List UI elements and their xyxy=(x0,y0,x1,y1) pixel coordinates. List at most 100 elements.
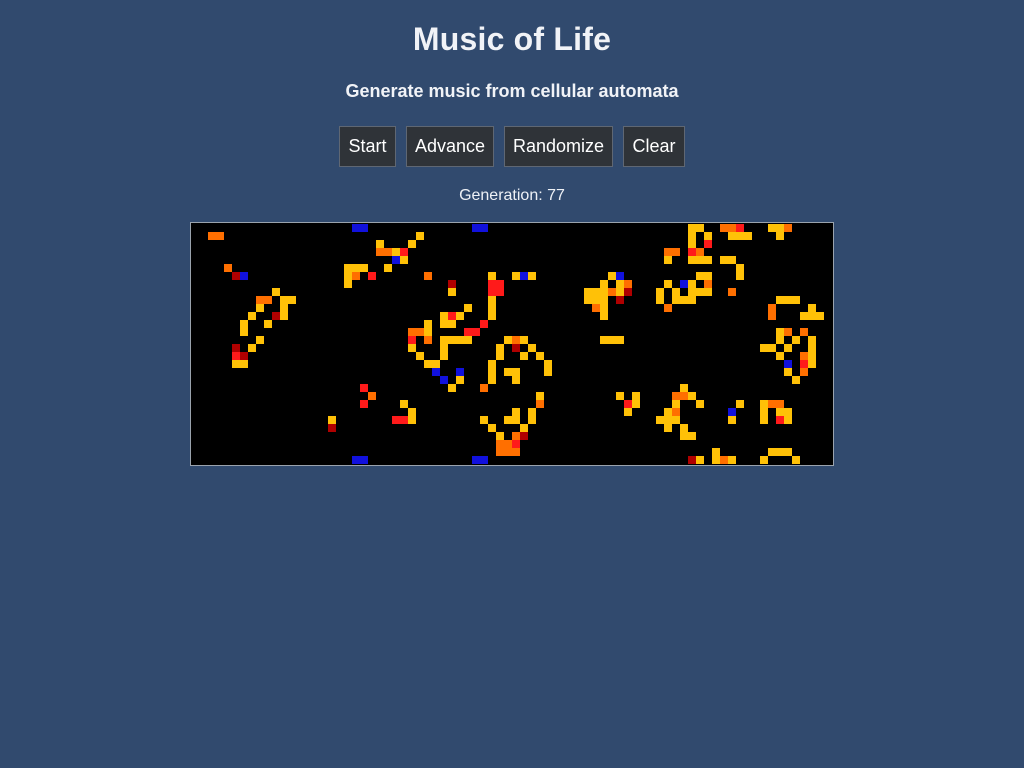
automata-cell xyxy=(536,392,544,400)
automata-cell xyxy=(608,272,616,280)
automata-cell xyxy=(624,400,632,408)
automata-cell xyxy=(680,424,688,432)
automata-cell xyxy=(688,224,696,232)
automata-cell xyxy=(592,288,600,296)
clear-button[interactable]: Clear xyxy=(623,126,685,167)
automata-cell xyxy=(760,408,768,416)
automata-cell xyxy=(808,352,816,360)
automata-cell xyxy=(456,376,464,384)
automata-cell xyxy=(600,288,608,296)
automata-cell xyxy=(544,360,552,368)
automata-cell xyxy=(728,408,736,416)
automata-cell xyxy=(400,416,408,424)
advance-button[interactable]: Advance xyxy=(406,126,494,167)
automata-cell xyxy=(768,304,776,312)
automata-cell xyxy=(352,224,360,232)
automata-cell xyxy=(440,312,448,320)
automata-cell xyxy=(360,400,368,408)
start-button[interactable]: Start xyxy=(339,126,396,167)
toolbar: Start Advance Randomize Clear xyxy=(0,126,1024,167)
automata-cell xyxy=(616,392,624,400)
automata-cell xyxy=(664,248,672,256)
automata-cell xyxy=(400,248,408,256)
automata-cell xyxy=(704,232,712,240)
automata-cell xyxy=(728,232,736,240)
automata-cell xyxy=(360,264,368,272)
automata-cell xyxy=(488,288,496,296)
automata-cell xyxy=(600,296,608,304)
automata-cell xyxy=(448,312,456,320)
automata-cell xyxy=(480,384,488,392)
automata-cell xyxy=(688,232,696,240)
automata-cell xyxy=(280,312,288,320)
automata-cell xyxy=(496,432,504,440)
automata-cell xyxy=(520,424,528,432)
automata-cell xyxy=(672,248,680,256)
automata-cell xyxy=(696,272,704,280)
automata-cell xyxy=(424,272,432,280)
automata-cell xyxy=(464,304,472,312)
automata-cell xyxy=(680,432,688,440)
automata-grid[interactable] xyxy=(192,224,832,464)
automata-cell xyxy=(528,416,536,424)
automata-cell xyxy=(808,360,816,368)
automata-cell xyxy=(792,376,800,384)
automata-cell xyxy=(720,456,728,464)
automata-cell xyxy=(624,408,632,416)
automata-cell xyxy=(240,320,248,328)
automata-cell xyxy=(800,352,808,360)
automata-cell xyxy=(256,296,264,304)
automata-cell xyxy=(520,336,528,344)
automata-cell xyxy=(776,416,784,424)
automata-cell xyxy=(784,328,792,336)
automata-cell xyxy=(800,368,808,376)
automata-cell xyxy=(408,344,416,352)
automata-cell xyxy=(704,256,712,264)
automata-cell xyxy=(488,296,496,304)
automata-cell xyxy=(416,328,424,336)
automata-cell xyxy=(272,312,280,320)
automata-cell xyxy=(232,360,240,368)
automata-cell xyxy=(736,224,744,232)
automata-cell xyxy=(448,288,456,296)
automata-cell xyxy=(664,408,672,416)
automata-cell xyxy=(240,272,248,280)
automata-cell xyxy=(408,328,416,336)
automata-cell xyxy=(664,416,672,424)
automata-cell xyxy=(784,224,792,232)
automata-cell xyxy=(416,232,424,240)
automata-cell xyxy=(616,272,624,280)
automata-cell xyxy=(240,328,248,336)
automata-cell xyxy=(680,392,688,400)
automata-cell xyxy=(464,336,472,344)
automata-cell xyxy=(784,344,792,352)
automata-cell xyxy=(504,336,512,344)
automata-cell xyxy=(344,272,352,280)
automata-cell xyxy=(784,360,792,368)
automata-cell xyxy=(776,232,784,240)
automata-cell xyxy=(272,288,280,296)
automata-cell xyxy=(472,224,480,232)
automata-cell xyxy=(784,408,792,416)
automata-cell xyxy=(664,424,672,432)
automata-cell xyxy=(696,456,704,464)
automata-cell xyxy=(800,312,808,320)
randomize-button[interactable]: Randomize xyxy=(504,126,613,167)
automata-cell xyxy=(784,416,792,424)
automata-cell xyxy=(488,304,496,312)
automata-cell xyxy=(480,416,488,424)
automata-cell xyxy=(360,456,368,464)
automata-cell xyxy=(800,360,808,368)
automata-cell xyxy=(520,352,528,360)
automata-cell xyxy=(744,232,752,240)
automata-cell xyxy=(664,256,672,264)
automata-cell xyxy=(656,416,664,424)
automata-cell xyxy=(696,288,704,296)
automata-cell xyxy=(672,408,680,416)
automata-cell xyxy=(712,448,720,456)
automata-cell xyxy=(736,264,744,272)
automata-cell xyxy=(408,416,416,424)
automata-cell xyxy=(536,352,544,360)
automata-cell xyxy=(448,280,456,288)
automata-cell xyxy=(512,448,520,456)
